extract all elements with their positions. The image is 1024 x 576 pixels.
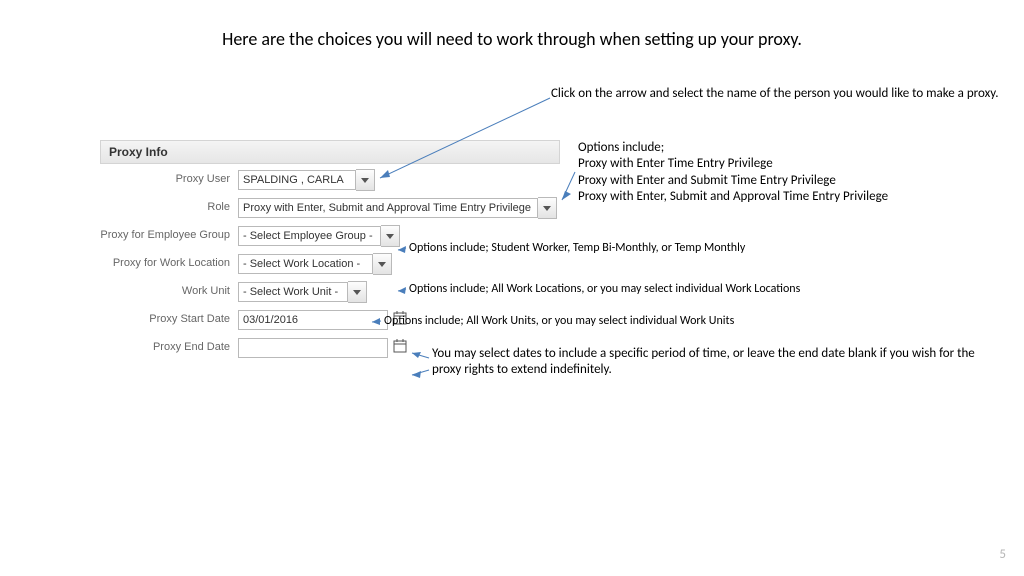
label-employee-group: Proxy for Employee Group	[100, 226, 238, 241]
role-combo[interactable]	[238, 198, 557, 218]
annotation-role-l2: Proxy with Enter and Submit Time Entry P…	[578, 173, 998, 189]
role-input[interactable]	[238, 198, 538, 218]
annotation-employee-group: Options include; Student Worker, Temp Bi…	[409, 241, 909, 256]
label-work-unit: Work Unit	[100, 282, 238, 297]
row-proxy-user: Proxy User	[100, 170, 560, 190]
annotation-top: Click on the arrow and select the name o…	[551, 86, 1011, 102]
annotation-role-options: Options include; Proxy with Enter Time E…	[578, 140, 998, 205]
work-unit-combo[interactable]	[238, 282, 367, 302]
annotation-dates: You may select dates to include a specif…	[432, 346, 992, 379]
chevron-down-icon[interactable]	[381, 225, 400, 247]
employee-group-combo[interactable]	[238, 226, 400, 246]
annotation-work-unit: Options include; All Work Units, or you …	[384, 314, 944, 329]
label-proxy-user: Proxy User	[100, 170, 238, 185]
row-work-location: Proxy for Work Location	[100, 254, 560, 274]
annotation-role-l3: Proxy with Enter, Submit and Approval Ti…	[578, 189, 998, 205]
label-end-date: Proxy End Date	[100, 338, 238, 353]
chevron-down-icon[interactable]	[538, 197, 557, 219]
work-location-combo[interactable]	[238, 254, 392, 274]
annotation-role-l1: Proxy with Enter Time Entry Privilege	[578, 156, 998, 172]
proxy-user-input[interactable]	[238, 170, 356, 190]
page-title: Here are the choices you will need to wo…	[0, 28, 1024, 50]
label-role: Role	[100, 198, 238, 213]
label-work-location: Proxy for Work Location	[100, 254, 238, 269]
end-date-input[interactable]	[238, 338, 388, 358]
employee-group-input[interactable]	[238, 226, 381, 246]
calendar-icon[interactable]	[392, 338, 408, 354]
start-date-input[interactable]	[238, 310, 388, 330]
row-role: Role	[100, 198, 560, 218]
annotation-work-location: Options include; All Work Locations, or …	[409, 282, 969, 297]
annotation-role-intro: Options include;	[578, 140, 998, 156]
work-unit-input[interactable]	[238, 282, 348, 302]
proxy-user-combo[interactable]	[238, 170, 375, 190]
chevron-down-icon[interactable]	[356, 169, 375, 191]
work-location-input[interactable]	[238, 254, 373, 274]
chevron-down-icon[interactable]	[348, 281, 367, 303]
page-number: 5	[999, 547, 1006, 562]
chevron-down-icon[interactable]	[373, 253, 392, 275]
label-start-date: Proxy Start Date	[100, 310, 238, 325]
panel-header: Proxy Info	[100, 140, 560, 164]
